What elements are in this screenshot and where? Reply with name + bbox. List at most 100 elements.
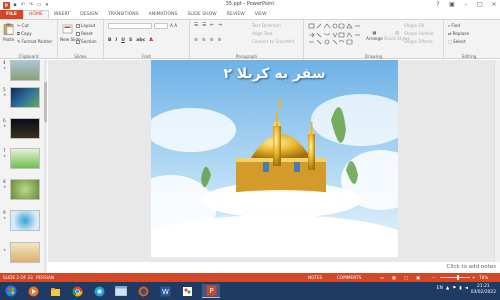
select-button[interactable]: ⬚ Select xyxy=(448,39,466,44)
editor-scrollbar[interactable] xyxy=(494,60,500,265)
maximize-button[interactable]: □ xyxy=(476,0,484,10)
slide-sorter-icon[interactable]: ▦ xyxy=(392,275,396,280)
tab-design[interactable]: DESIGN xyxy=(75,10,103,19)
strikethrough-button[interactable]: S xyxy=(129,38,132,43)
align-left-icon[interactable]: ≡ xyxy=(194,38,198,43)
slide-thumbnail[interactable]: 7 ★ xyxy=(0,148,46,172)
taskbar-powerpoint[interactable]: P xyxy=(202,284,220,298)
zoom-slider-handle[interactable] xyxy=(457,275,459,280)
slide-thumbnail[interactable]: 8 ★ xyxy=(0,179,46,203)
shape-outline-button[interactable]: Shape Outline xyxy=(404,31,434,36)
taskbar-paint[interactable] xyxy=(178,284,196,298)
slides-group: New Slide Layout Reset Section Slides xyxy=(58,20,104,60)
zoom-out-icon[interactable]: − xyxy=(432,275,436,280)
taskbar-firefox[interactable] xyxy=(134,284,152,298)
font-name-dropdown[interactable] xyxy=(108,23,152,29)
copy-button[interactable]: ⧉ Copy xyxy=(17,31,32,36)
slide-show-icon[interactable]: ▣ xyxy=(416,275,420,280)
animation-star-icon: ★ xyxy=(3,93,7,97)
decrease-indent-icon[interactable]: ⇤ xyxy=(210,23,214,28)
replace-button[interactable]: ⇄ Replace xyxy=(448,31,469,36)
convert-smartart-button[interactable]: Convert to SmartArt xyxy=(252,39,294,44)
reset-button[interactable]: Reset xyxy=(76,31,93,36)
slide-thumbnail[interactable]: 4 ★ xyxy=(0,60,46,84)
zoom-level[interactable]: 78% xyxy=(479,275,488,280)
tab-file[interactable]: FILE xyxy=(0,10,23,19)
volume-icon[interactable]: ◄ xyxy=(465,286,468,291)
taskbar-clock[interactable]: 21:21 03/02/2022 xyxy=(471,284,496,296)
current-slide[interactable]: سفر به کربلا ۲ xyxy=(151,60,398,257)
ribbon-display-icon[interactable]: ▣ xyxy=(448,0,456,10)
firefox-icon xyxy=(138,286,148,296)
slide-thumbnail-image xyxy=(10,87,40,108)
font-color-button[interactable]: A xyxy=(149,38,153,43)
taskbar-explorer[interactable] xyxy=(46,284,64,298)
new-slide-icon[interactable] xyxy=(62,23,73,35)
slide-thumbnail[interactable]: ★ xyxy=(0,242,46,266)
language-indicator[interactable]: PERSIAN xyxy=(36,275,54,280)
slide-thumbnail[interactable]: 6 ★ xyxy=(0,118,46,142)
paste-icon[interactable] xyxy=(3,23,14,35)
increase-indent-icon[interactable]: ⇥ xyxy=(218,23,222,28)
taskbar-chrome[interactable] xyxy=(68,284,86,298)
bold-button[interactable]: B xyxy=(108,38,112,43)
thumbnails-scrollbar-thumb[interactable] xyxy=(44,82,47,122)
paint-icon xyxy=(182,286,192,296)
shapes-gallery[interactable] xyxy=(308,23,362,45)
font-size-dropdown[interactable] xyxy=(154,23,168,29)
tab-insert[interactable]: INSERT xyxy=(49,10,75,19)
format-painter-button[interactable]: ✎ Format Painter xyxy=(17,39,52,44)
zoom-in-icon[interactable]: + xyxy=(472,275,476,280)
arrange-button[interactable]: ▦ Arrange xyxy=(366,30,383,41)
taskbar-media-player[interactable] xyxy=(24,284,42,298)
normal-view-icon[interactable]: ▭ xyxy=(380,275,384,280)
help-icon[interactable]: ? xyxy=(434,0,442,10)
show-hidden-icons-icon[interactable]: ▲ xyxy=(446,286,449,291)
list-buttons-row: ☰ ☰ ⇤ ⇥ xyxy=(194,23,222,28)
shadow-button[interactable]: abc xyxy=(136,38,145,43)
text-direction-button[interactable]: Text Direction xyxy=(252,23,281,28)
cut-button[interactable]: ✂ Cut xyxy=(17,23,29,28)
shape-effects-button[interactable]: Shape Effects xyxy=(404,39,433,44)
reading-view-icon[interactable]: ▢ xyxy=(404,275,408,280)
notes-button[interactable]: NOTES xyxy=(308,275,322,280)
slide-thumbnail-image xyxy=(10,210,40,231)
comments-button[interactable]: COMMENTS xyxy=(337,275,361,280)
tab-view[interactable]: VIEW xyxy=(250,10,272,19)
slide-title[interactable]: سفر به کربلا ۲ xyxy=(151,66,398,82)
find-button[interactable]: ⌕ Find xyxy=(448,23,460,28)
numbering-icon[interactable]: ☰ xyxy=(202,23,206,28)
tab-transitions[interactable]: TRANSITIONS xyxy=(103,10,144,19)
tab-slide-show[interactable]: SLIDE SHOW xyxy=(182,10,221,19)
close-button[interactable]: × xyxy=(490,0,498,10)
minimize-button[interactable]: – xyxy=(462,0,470,10)
bullets-icon[interactable]: ☰ xyxy=(194,23,198,28)
replace-icon: ⇄ xyxy=(448,31,452,36)
network-icon[interactable]: ▮ xyxy=(459,286,461,291)
paste-button[interactable]: Paste xyxy=(3,37,14,42)
underline-button[interactable]: U xyxy=(121,38,125,43)
start-button[interactable] xyxy=(2,284,20,298)
italic-button[interactable]: I xyxy=(116,38,118,43)
align-text-button[interactable]: Align Text xyxy=(252,31,272,36)
taskbar-word[interactable]: W xyxy=(156,284,174,298)
layout-button[interactable]: Layout xyxy=(76,23,95,28)
taskbar-window[interactable] xyxy=(112,284,130,298)
section-button[interactable]: Section xyxy=(76,39,97,44)
input-language[interactable]: EN xyxy=(437,286,443,291)
font-grow-shrink[interactable]: A A xyxy=(170,23,177,28)
tab-home[interactable]: HOME xyxy=(22,10,49,19)
slide-thumbnail[interactable]: 5 ★ xyxy=(0,87,46,111)
shape-fill-button[interactable]: Shape Fill xyxy=(404,23,424,28)
svg-text:P: P xyxy=(209,287,213,295)
tab-animations[interactable]: ANIMATIONS xyxy=(144,10,183,19)
tab-review[interactable]: REVIEW xyxy=(222,10,250,19)
taskbar-app[interactable] xyxy=(90,284,108,298)
slide-thumbnail[interactable]: 9 ★ xyxy=(0,210,46,234)
zoom-slider[interactable] xyxy=(440,277,470,278)
align-right-icon[interactable]: ≡ xyxy=(210,38,214,43)
flag-icon[interactable]: ⚑ xyxy=(452,286,456,291)
notes-pane[interactable]: Click to add notes xyxy=(48,262,500,273)
justify-icon[interactable]: ≡ xyxy=(218,38,222,43)
align-center-icon[interactable]: ≡ xyxy=(202,38,206,43)
